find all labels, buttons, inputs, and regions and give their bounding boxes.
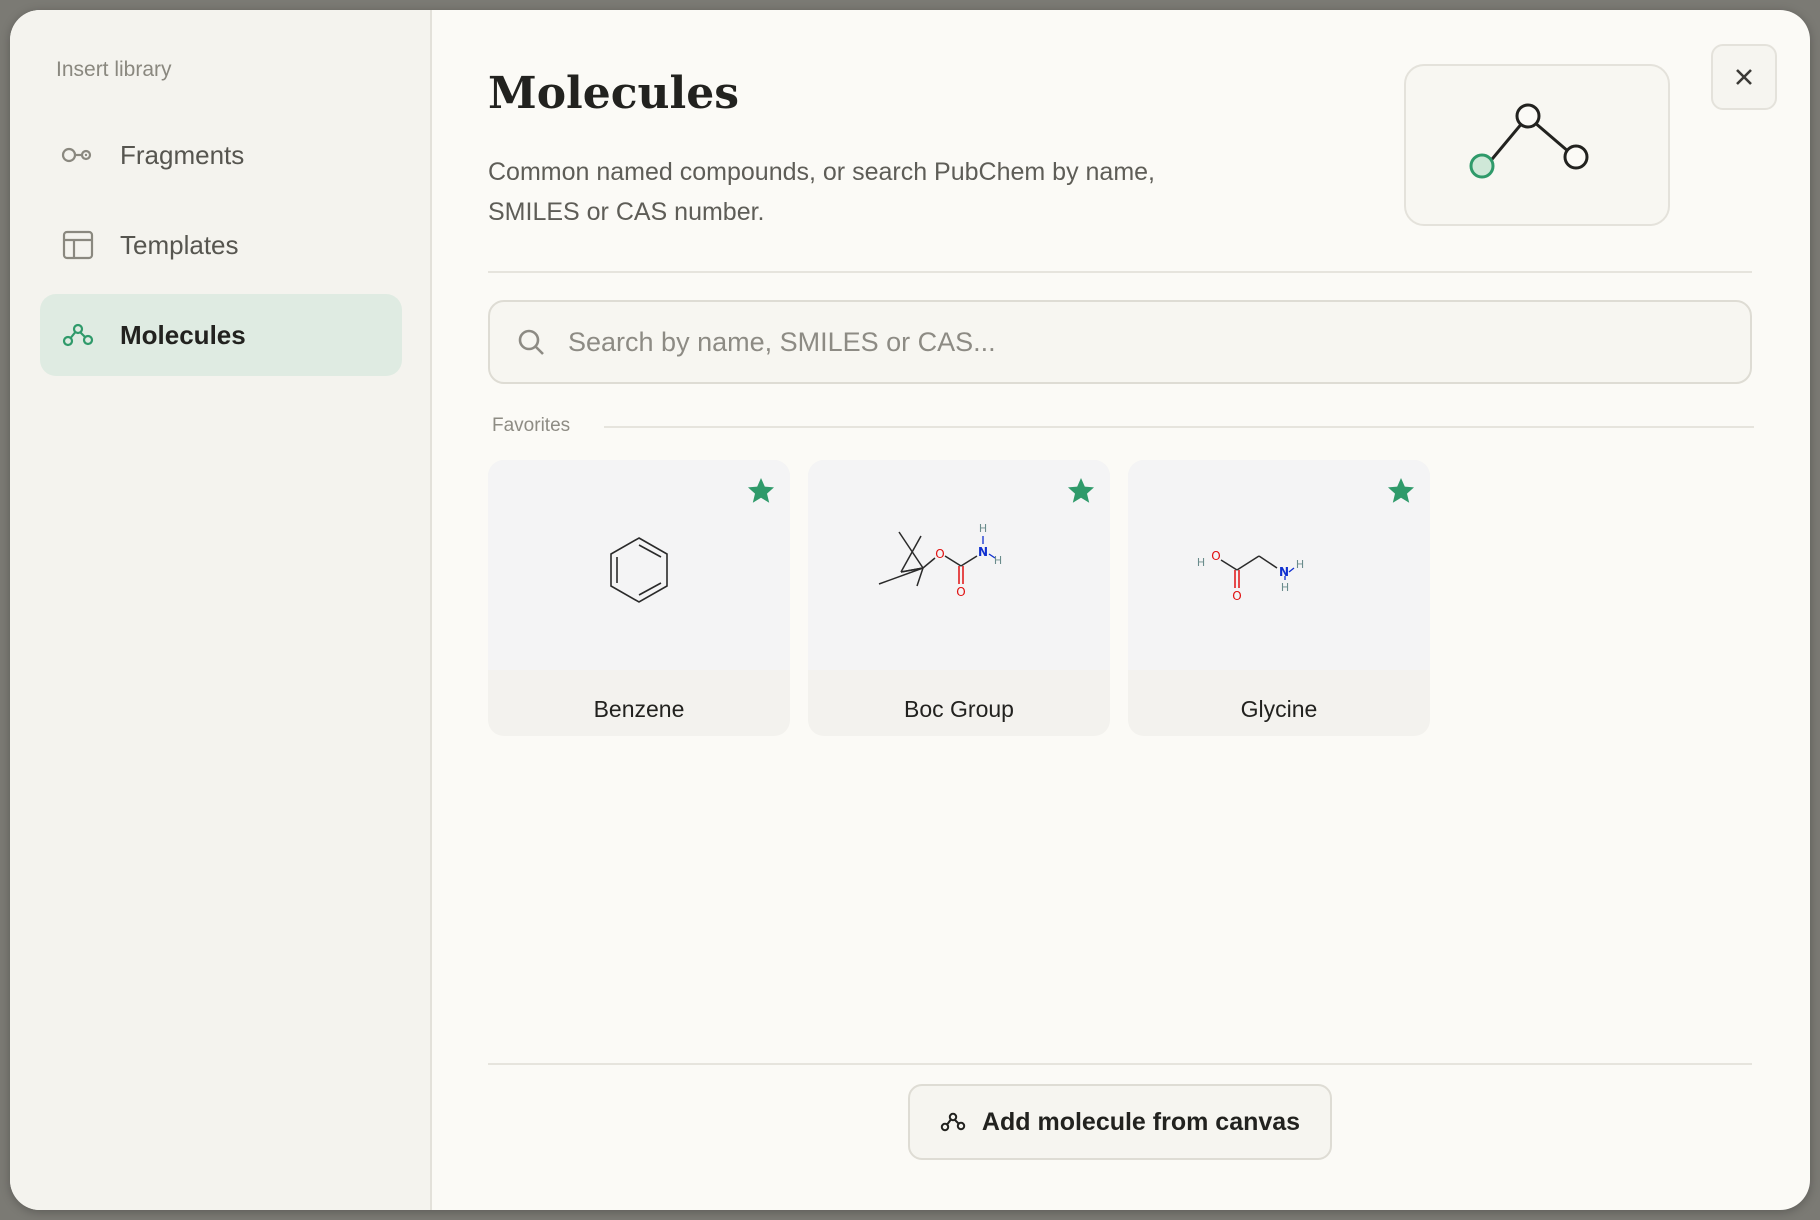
molecule-card-glycine[interactable]: H O O N H H Glycine [1128, 460, 1430, 736]
template-icon [60, 227, 96, 263]
atom-label: H [1296, 558, 1304, 571]
molecule-preview: O N H H O [808, 460, 1110, 670]
atom-label: O [935, 547, 944, 561]
molecule-preview [488, 460, 790, 670]
atom-label: N [978, 545, 988, 559]
sidebar-item-molecules[interactable]: Molecules [40, 294, 402, 376]
fragment-icon [60, 137, 96, 173]
atom-label: O [956, 585, 965, 599]
footer-divider [488, 1063, 1752, 1065]
page-subtitle: Common named compounds, or search PubChe… [488, 158, 1155, 226]
sidebar-item-label: Templates [120, 229, 239, 260]
molecule-name: Boc Group [904, 696, 1014, 722]
favorite-star-icon[interactable] [1386, 476, 1416, 506]
atom-label: O [1211, 549, 1220, 563]
molecule-name: Benzene [593, 696, 685, 722]
atom-label: O [1232, 589, 1241, 603]
sidebar-title: Insert library [56, 58, 172, 81]
favorite-star-icon[interactable] [746, 476, 776, 506]
main-panel: Molecules Common named compounds, or sea… [432, 10, 1810, 1210]
atom-label: H [1281, 581, 1289, 594]
add-button-label: Add molecule from canvas [981, 1107, 1301, 1136]
hero-molecule-icon [1469, 103, 1589, 179]
molecule-icon [60, 317, 96, 353]
molecule-card-boc-group[interactable]: O N H H O Boc Group [808, 460, 1110, 736]
search-input[interactable] [566, 325, 1750, 359]
sidebar-item-templates[interactable]: Templates [40, 204, 402, 286]
close-icon [1736, 69, 1752, 85]
atom-label: H [979, 522, 987, 535]
glycine-structure-icon: H O O N H H [1197, 549, 1304, 603]
molecule-card-benzene[interactable]: Benzene [488, 460, 790, 736]
sidebar-item-label: Fragments [120, 139, 245, 170]
sidebar-item-fragments[interactable]: Fragments [40, 114, 402, 196]
benzene-structure-icon [610, 537, 668, 603]
boc-group-structure-icon: O N H H O [878, 522, 1002, 599]
favorites-label: Favorites [492, 415, 571, 436]
atom-label: H [1197, 556, 1205, 569]
add-molecule-from-canvas-button[interactable]: Add molecule from canvas [908, 1084, 1332, 1160]
hero-molecule-illustration [1404, 64, 1670, 226]
sidebar-item-label: Molecules [120, 319, 246, 350]
search-box[interactable] [488, 300, 1752, 384]
atom-label: N [1279, 565, 1289, 579]
favorite-star-icon[interactable] [1066, 476, 1096, 506]
close-button[interactable] [1711, 44, 1777, 110]
search-icon [518, 329, 544, 355]
header-divider [488, 271, 1752, 273]
insert-library-dialog: Insert library Fragments Templates Molec… [10, 10, 1810, 1210]
sidebar: Insert library Fragments Templates Molec… [10, 10, 432, 1210]
molecule-preview: H O O N H H [1128, 460, 1430, 670]
molecule-name: Glycine [1240, 696, 1318, 722]
molecule-icon [940, 1112, 966, 1132]
favorites-divider [604, 426, 1754, 428]
atom-label: H [994, 554, 1002, 567]
page-title: Molecules [488, 68, 740, 119]
